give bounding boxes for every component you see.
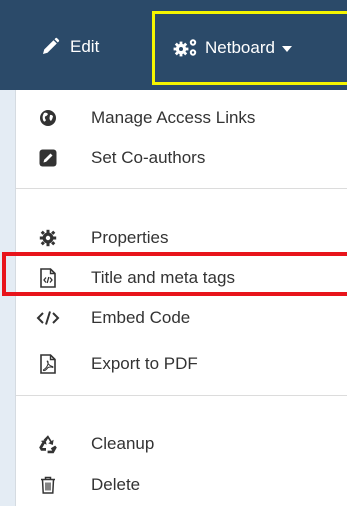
netboard-label: Netboard	[205, 38, 275, 57]
menu-item-label: Export to PDF	[91, 354, 198, 373]
menu-item-cleanup[interactable]: Cleanup	[16, 429, 347, 459]
menu-item-label: Cleanup	[91, 434, 155, 453]
pdf-file-icon	[38, 354, 58, 374]
menu-item-label: Set Co-authors	[91, 148, 206, 167]
code-icon	[36, 308, 60, 328]
menu-item-label: Embed Code	[91, 308, 191, 327]
menu-item-label: Manage Access Links	[91, 108, 256, 127]
gear-icon	[38, 228, 58, 248]
caret-down-icon	[281, 46, 292, 52]
menu-item-export-to-pdf[interactable]: Export to PDF	[16, 349, 347, 379]
cogs-icon	[173, 37, 199, 59]
pencil-icon	[40, 36, 62, 58]
pencil-square-icon	[38, 148, 58, 168]
toolbar: Edit Netboard	[0, 0, 347, 90]
trash-icon	[38, 475, 58, 495]
menu-divider	[16, 395, 347, 396]
netboard-dropdown-button[interactable]: Netboard	[152, 11, 347, 85]
menu-item-label: Properties	[91, 228, 169, 247]
menu-item-label: Title and meta tags	[91, 268, 235, 287]
menu-item-delete[interactable]: Delete	[16, 470, 347, 500]
code-file-icon	[38, 268, 58, 288]
recycle-icon	[38, 434, 58, 454]
menu-divider	[16, 188, 347, 189]
edit-button[interactable]: Edit	[40, 35, 99, 59]
menu-item-embed-code[interactable]: Embed Code	[16, 303, 347, 333]
menu-item-set-co-authors[interactable]: Set Co-authors	[16, 143, 347, 173]
menu-item-properties[interactable]: Properties	[16, 223, 347, 253]
globe-icon	[38, 108, 58, 128]
menu-item-title-and-meta-tags[interactable]: Title and meta tags	[16, 263, 347, 293]
edit-label: Edit	[70, 37, 100, 56]
netboard-dropdown-menu: Manage Access Links Set Co-authors Prope…	[15, 90, 347, 506]
menu-item-manage-access-links[interactable]: Manage Access Links	[16, 103, 347, 133]
menu-item-label: Delete	[91, 475, 141, 494]
